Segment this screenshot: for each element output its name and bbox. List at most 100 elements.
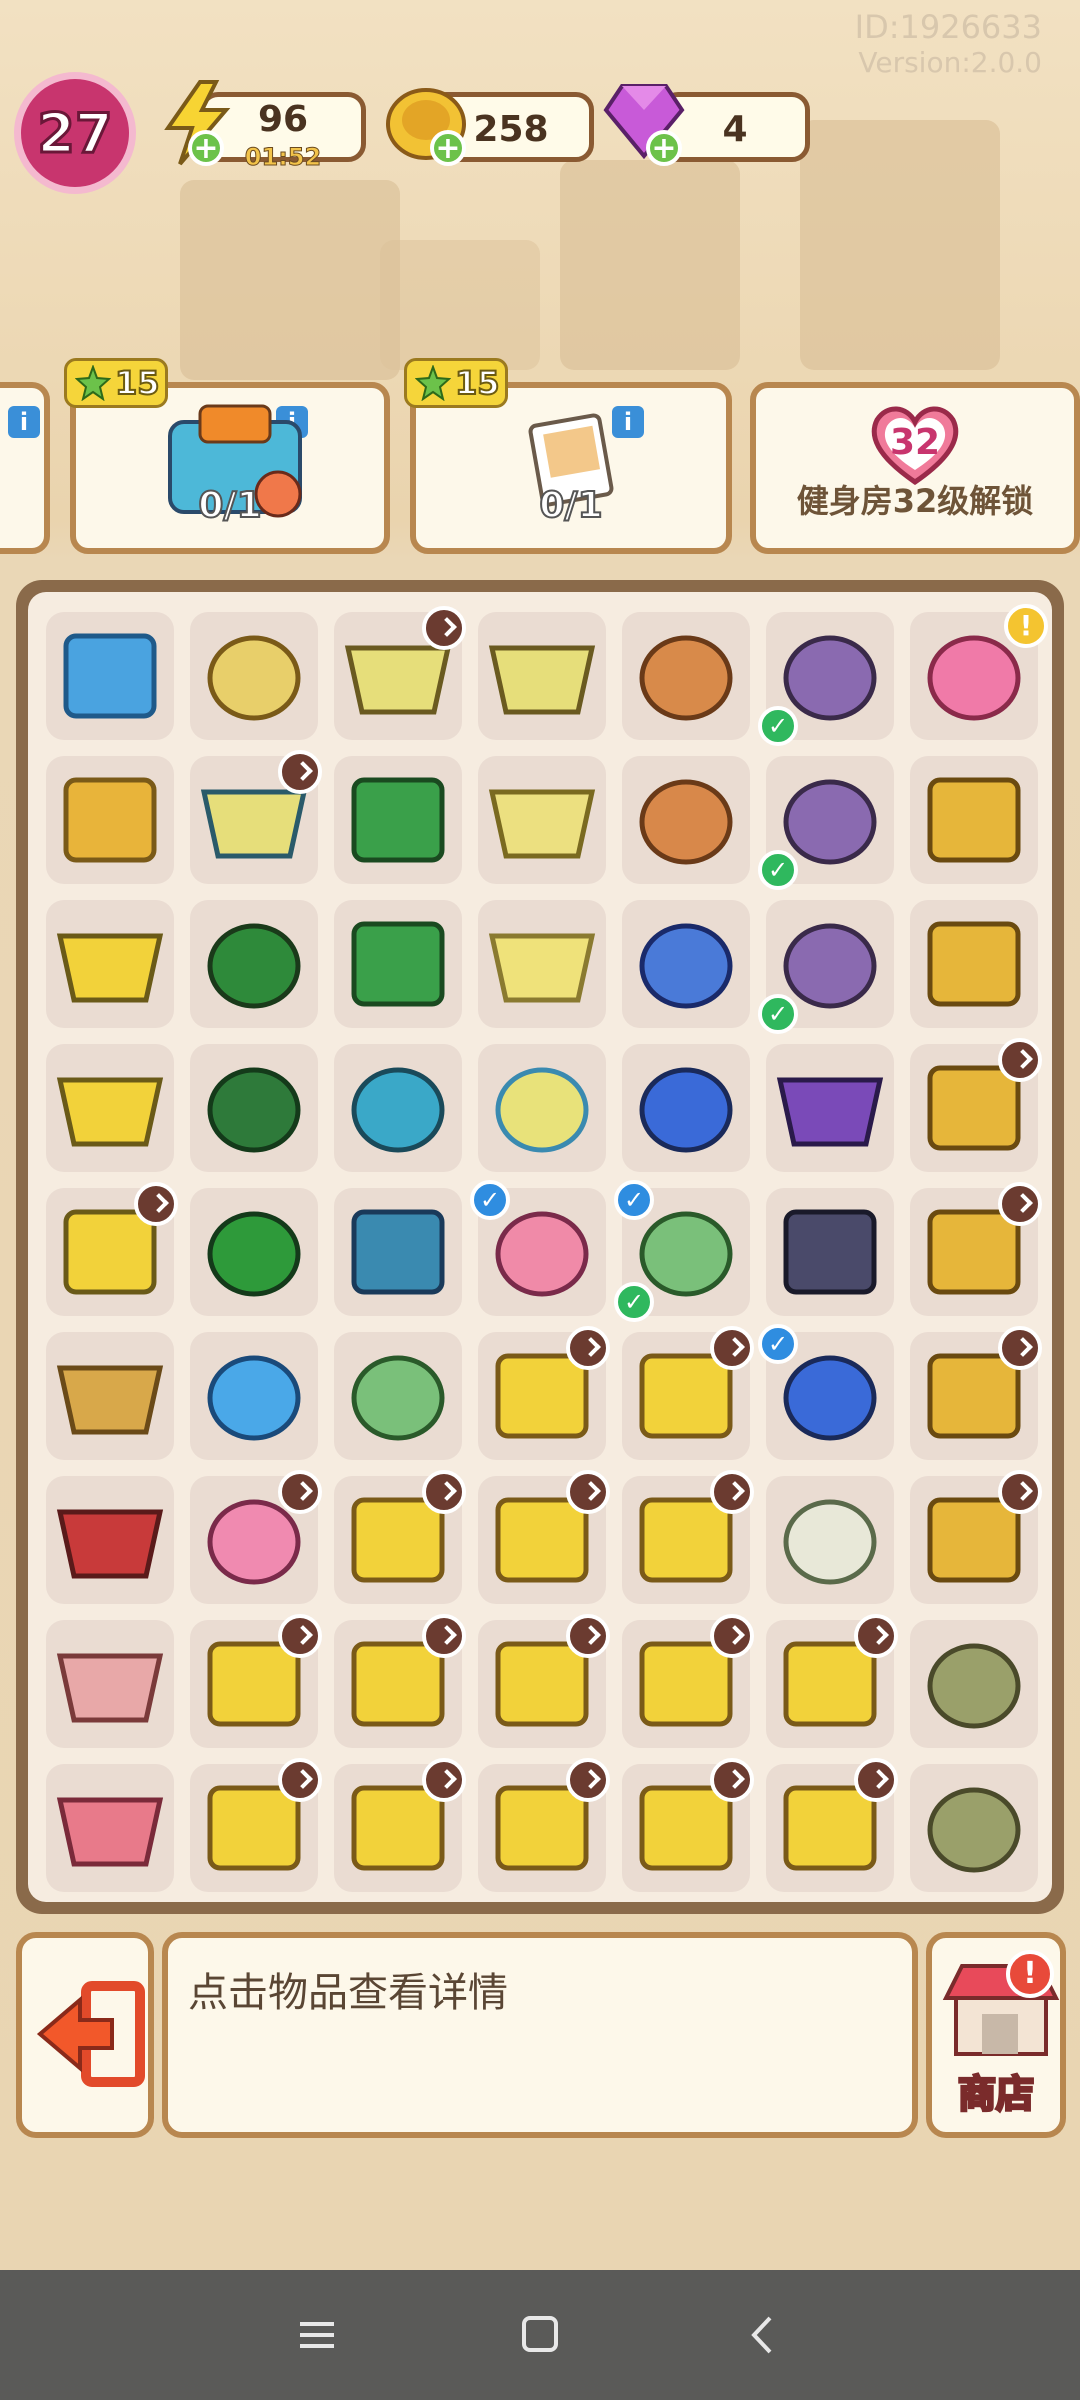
- board-cell[interactable]: [478, 900, 606, 1028]
- board-cell[interactable]: [46, 756, 174, 884]
- cabinet-icon: [927, 777, 1021, 863]
- order-card-partial[interactable]: i: [0, 382, 50, 554]
- back-icon[interactable]: [740, 2310, 790, 2360]
- board-cell[interactable]: [46, 900, 174, 1028]
- board-cell[interactable]: ✓: [758, 756, 894, 890]
- order-card-2[interactable]: 15 i 0/1: [404, 358, 732, 554]
- home-icon[interactable]: [516, 2310, 566, 2360]
- board-cell[interactable]: [766, 1476, 894, 1604]
- add-coins-button[interactable]: +: [430, 130, 466, 166]
- board-cell[interactable]: [46, 1476, 174, 1604]
- board-cell[interactable]: [622, 1326, 754, 1460]
- board-cell[interactable]: [190, 612, 318, 740]
- board-cell[interactable]: [334, 900, 462, 1028]
- sandbag-stack-icon: [927, 1643, 1021, 1729]
- board-cell[interactable]: [766, 1758, 898, 1892]
- board-cell[interactable]: [46, 612, 174, 740]
- board-cell[interactable]: [478, 1470, 610, 1604]
- board-cell[interactable]: [190, 1758, 322, 1892]
- add-gems-button[interactable]: +: [646, 130, 682, 166]
- board-cell[interactable]: [334, 1614, 466, 1748]
- board-cell[interactable]: [46, 1764, 174, 1892]
- board-cell[interactable]: [766, 1044, 894, 1172]
- board-cell[interactable]: [478, 1758, 610, 1892]
- alert-icon: !: [1004, 604, 1048, 648]
- pink-bin-icon: [56, 1797, 164, 1867]
- player-level-badge[interactable]: 27: [14, 72, 136, 194]
- board-cell[interactable]: [478, 1044, 606, 1172]
- menu-icon[interactable]: [294, 2310, 344, 2360]
- board-cell[interactable]: [478, 612, 606, 740]
- board-cell[interactable]: [910, 1620, 1038, 1748]
- board-cell[interactable]: [190, 1470, 322, 1604]
- board-cell[interactable]: [46, 1620, 174, 1748]
- board-cell[interactable]: [46, 1332, 174, 1460]
- board-cell[interactable]: [478, 1614, 610, 1748]
- exit-button[interactable]: [16, 1932, 154, 2138]
- board-cell[interactable]: ✓: [758, 612, 894, 746]
- timer-icon: [710, 1614, 754, 1658]
- add-energy-button[interactable]: +: [188, 130, 224, 166]
- board-cell[interactable]: [622, 756, 750, 884]
- timer-icon: [422, 606, 466, 650]
- board-cell[interactable]: [190, 1614, 322, 1748]
- board-cell[interactable]: [190, 1044, 318, 1172]
- board-cell[interactable]: [910, 1326, 1042, 1460]
- board-cell[interactable]: !: [910, 604, 1048, 740]
- board-cell[interactable]: [622, 612, 750, 740]
- info-icon[interactable]: i: [8, 406, 40, 438]
- board-cell[interactable]: [190, 750, 322, 884]
- board-cell[interactable]: ✓: [758, 900, 894, 1034]
- wheelbarrow-icon: [56, 1509, 164, 1579]
- board-cell[interactable]: [910, 1764, 1038, 1892]
- board-cell[interactable]: [622, 1044, 750, 1172]
- board-cell[interactable]: [910, 756, 1038, 884]
- item-detail-panel: 点击物品查看详情: [162, 1932, 918, 2138]
- board-cell[interactable]: [334, 1188, 462, 1316]
- board-cell[interactable]: [190, 1188, 318, 1316]
- star-reward-value: 15: [454, 363, 501, 403]
- timer-icon: [422, 1614, 466, 1658]
- unlock-text: 健身房32级解锁: [796, 482, 1034, 520]
- shop-button[interactable]: ! 商店: [926, 1932, 1066, 2138]
- timer-icon: [422, 1758, 466, 1802]
- board-cell[interactable]: ✓: [470, 1180, 606, 1316]
- board-cell[interactable]: [622, 1614, 754, 1748]
- board-cell[interactable]: [622, 1470, 754, 1604]
- cardboard-box-icon: [63, 777, 157, 863]
- green-toolbox-icon: [351, 921, 445, 1007]
- locked-order-card[interactable]: 32 健身房32级解锁: [750, 382, 1080, 554]
- unlock-level: 32: [889, 422, 941, 463]
- board-cell[interactable]: [334, 1044, 462, 1172]
- board-cell[interactable]: [478, 756, 606, 884]
- order-progress: 0/1: [197, 484, 262, 527]
- weight-plate-bin-icon: [776, 1077, 884, 1147]
- order-card-1[interactable]: 15 i 0/1: [64, 358, 390, 554]
- board-cell[interactable]: [190, 900, 318, 1028]
- board-cell[interactable]: [190, 1332, 318, 1460]
- board-cell[interactable]: [334, 756, 462, 884]
- star-reward-badge: 15: [404, 358, 508, 408]
- board-cell[interactable]: [334, 1332, 462, 1460]
- boxing-glove-icon: [783, 1209, 877, 1295]
- wicker-basket-icon: [56, 1365, 164, 1435]
- shop-alert-badge: !: [1006, 1950, 1054, 1998]
- board-cell[interactable]: ✓ ✓: [614, 1180, 750, 1322]
- board-cell[interactable]: [910, 1470, 1042, 1604]
- board-cell[interactable]: [334, 606, 466, 740]
- board-cell[interactable]: [478, 1326, 610, 1460]
- board-cell[interactable]: [334, 1758, 466, 1892]
- board-cell[interactable]: [766, 1614, 898, 1748]
- board-cell[interactable]: [622, 900, 750, 1028]
- board-cell[interactable]: [46, 1182, 178, 1316]
- timer-icon: [278, 750, 322, 794]
- board-cell[interactable]: ✓: [758, 1324, 894, 1460]
- board-cell[interactable]: [334, 1470, 466, 1604]
- board-cell[interactable]: [910, 900, 1038, 1028]
- board-cell[interactable]: [766, 1188, 894, 1316]
- board-cell[interactable]: [910, 1182, 1042, 1316]
- board-cell[interactable]: [46, 1044, 174, 1172]
- blue-check-icon: ✓: [758, 1324, 798, 1364]
- board-cell[interactable]: [622, 1758, 754, 1892]
- board-cell[interactable]: [910, 1038, 1042, 1172]
